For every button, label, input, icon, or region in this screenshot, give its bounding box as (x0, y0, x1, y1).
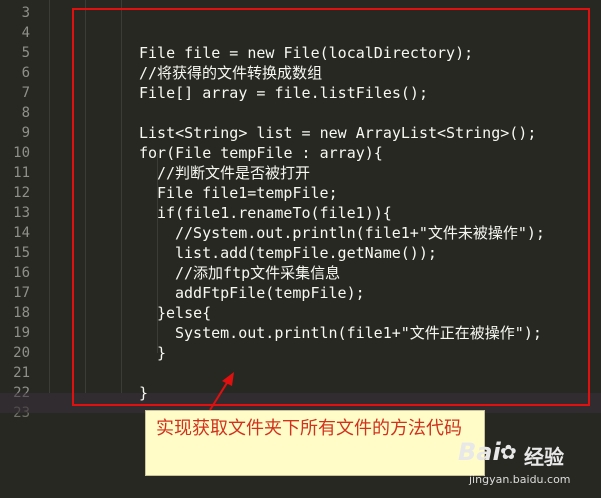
line-number: 3 (21, 5, 30, 21)
indent-guide (49, 0, 50, 393)
line-number: 14 (13, 225, 30, 241)
line-number: 12 (13, 185, 30, 201)
line-number: 21 (13, 365, 30, 381)
line-number: 4 (21, 25, 30, 41)
line-number: 10 (13, 145, 30, 161)
annotation-callout: 实现获取文件夹下所有文件的方法代码 (145, 410, 485, 476)
line-number: 7 (21, 85, 30, 101)
line-number: 13 (13, 205, 30, 221)
watermark-url: jingyan.baidu.com (469, 473, 571, 486)
line-number: 17 (13, 285, 30, 301)
line-number: 19 (13, 325, 30, 341)
highlight-box (72, 8, 590, 406)
line-number: 11 (13, 165, 30, 181)
watermark-brand: Bai (458, 438, 501, 466)
line-number-gutter: 34567891011121314151617181920212223 (0, 0, 40, 498)
watermark-brand-cn: 经验 (524, 445, 564, 469)
annotation-text: 实现获取文件夹下所有文件的方法代码 (156, 418, 462, 439)
line-number: 8 (21, 105, 30, 121)
line-number: 5 (21, 45, 30, 61)
line-number: 20 (13, 345, 30, 361)
paw-icon: ✿ (500, 440, 517, 464)
line-number: 6 (21, 65, 30, 81)
line-number: 15 (13, 245, 30, 261)
line-number: 18 (13, 305, 30, 321)
line-number: 16 (13, 265, 30, 281)
line-number: 9 (21, 125, 30, 141)
